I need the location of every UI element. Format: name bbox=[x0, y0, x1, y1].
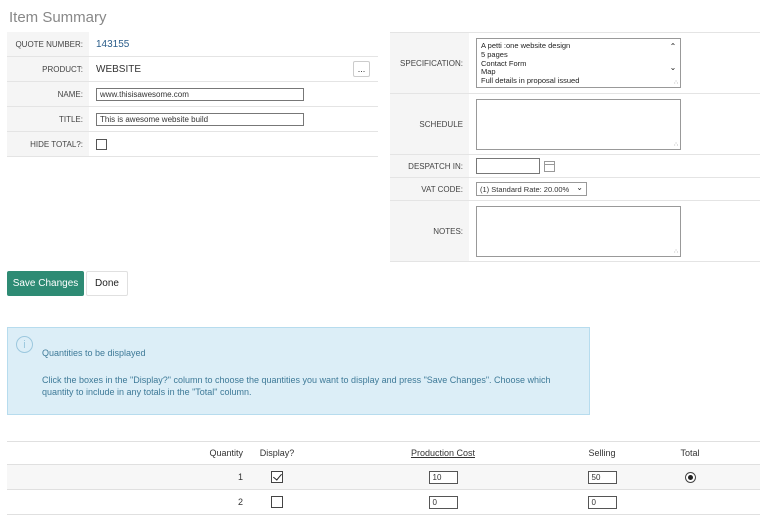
hide-total-row: HIDE TOTAL?: bbox=[7, 132, 378, 157]
selling-input[interactable]: 0 bbox=[587, 495, 617, 509]
info-body: Click the boxes in the "Display?" column… bbox=[42, 375, 551, 397]
name-row: NAME: www.thisisawesome.com bbox=[7, 82, 378, 107]
calendar-icon[interactable] bbox=[544, 160, 555, 172]
save-changes-button[interactable]: Save Changes bbox=[7, 271, 84, 296]
specification-row: SPECIFICATION: A petti :one website desi… bbox=[390, 33, 760, 94]
header-quantity: Quantity bbox=[209, 448, 243, 458]
name-label: NAME: bbox=[7, 82, 89, 106]
notes-label: NOTES: bbox=[390, 201, 469, 261]
resize-handle-icon[interactable]: ∴ bbox=[674, 141, 678, 148]
selling-input[interactable]: 50 bbox=[587, 470, 617, 484]
schedule-label: SCHEDULE bbox=[390, 94, 469, 154]
quote-number-link[interactable]: 143155 bbox=[96, 39, 129, 50]
header-display: Display? bbox=[259, 448, 295, 458]
specification-scrollbar[interactable]: ⌃ ⌄ bbox=[668, 42, 678, 72]
item-extra-form: SPECIFICATION: A petti :one website desi… bbox=[390, 32, 760, 262]
vat-code-label: VAT CODE: bbox=[390, 178, 469, 200]
vat-code-value: (1) Standard Rate: 20.00% bbox=[480, 184, 570, 194]
schedule-text bbox=[477, 100, 680, 150]
production-cost-input[interactable]: 0 bbox=[428, 495, 458, 509]
header-selling: Selling bbox=[588, 448, 616, 458]
info-panel: i Quantities to be displayed Click the b… bbox=[7, 327, 590, 415]
hide-total-checkbox[interactable] bbox=[96, 138, 107, 150]
chevron-down-icon: ⌄ bbox=[576, 183, 583, 192]
specification-label: SPECIFICATION: bbox=[390, 33, 469, 93]
hide-total-label: HIDE TOTAL?: bbox=[7, 132, 89, 156]
header-production-cost[interactable]: Production Cost bbox=[402, 442, 484, 464]
product-row: PRODUCT: WEBSITE ... bbox=[7, 57, 378, 82]
specification-text: A petti :one website design 5 pages Cont… bbox=[481, 41, 580, 86]
quantity-cell: 2 bbox=[237, 497, 243, 507]
header-production-cost-link[interactable]: Production Cost bbox=[411, 448, 475, 458]
info-title: Quantities to be displayed bbox=[42, 348, 146, 358]
notes-text bbox=[477, 207, 680, 257]
resize-handle-icon[interactable]: ∴ bbox=[674, 248, 678, 255]
specification-textarea[interactable]: A petti :one website design 5 pages Cont… bbox=[476, 38, 681, 88]
resize-handle-icon[interactable]: ∴ bbox=[674, 79, 678, 86]
vat-code-row: VAT CODE: (1) Standard Rate: 20.00% ⌄ bbox=[390, 178, 760, 201]
despatch-in-label: DESPATCH IN: bbox=[390, 155, 469, 177]
info-icon: i bbox=[16, 336, 33, 353]
product-picker-button[interactable]: ... bbox=[353, 61, 370, 77]
chevron-down-icon[interactable]: ⌄ bbox=[670, 63, 677, 72]
title-row: TITLE: This is awesome website build bbox=[7, 107, 378, 132]
title-label: TITLE: bbox=[7, 107, 89, 131]
item-details-form: QUOTE NUMBER: 143155 PRODUCT: WEBSITE ..… bbox=[7, 32, 378, 157]
despatch-in-row: DESPATCH IN: bbox=[390, 155, 760, 178]
table-header-row: Quantity Display? Production Cost Sellin… bbox=[7, 442, 760, 465]
header-total: Total bbox=[680, 448, 700, 458]
quote-number-label: QUOTE NUMBER: bbox=[7, 32, 89, 56]
vat-code-select[interactable]: (1) Standard Rate: 20.00% ⌄ bbox=[476, 182, 587, 196]
notes-textarea[interactable]: ∴ bbox=[476, 205, 681, 257]
display-checkbox[interactable] bbox=[271, 496, 283, 508]
despatch-in-input[interactable] bbox=[476, 158, 540, 174]
name-input[interactable]: www.thisisawesome.com bbox=[96, 87, 304, 101]
quote-number-row: QUOTE NUMBER: 143155 bbox=[7, 32, 378, 57]
schedule-row: SCHEDULE ∴ bbox=[390, 94, 760, 155]
table-row: 2 0 0 bbox=[7, 490, 760, 515]
quantities-table: Quantity Display? Production Cost Sellin… bbox=[7, 441, 760, 515]
title-input[interactable]: This is awesome website build bbox=[96, 112, 304, 126]
display-checkbox[interactable] bbox=[271, 471, 283, 483]
chevron-up-icon[interactable]: ⌃ bbox=[670, 42, 677, 51]
total-radio[interactable] bbox=[684, 471, 696, 483]
table-row: 1 10 50 bbox=[7, 465, 760, 490]
done-button[interactable]: Done bbox=[86, 271, 128, 296]
quantity-cell: 1 bbox=[237, 472, 243, 482]
notes-row: NOTES: ∴ bbox=[390, 201, 760, 262]
schedule-textarea[interactable]: ∴ bbox=[476, 98, 681, 150]
production-cost-input[interactable]: 10 bbox=[428, 470, 458, 484]
product-label: PRODUCT: bbox=[7, 57, 89, 81]
product-value: WEBSITE bbox=[96, 63, 142, 75]
page-title: Item Summary bbox=[9, 9, 107, 26]
